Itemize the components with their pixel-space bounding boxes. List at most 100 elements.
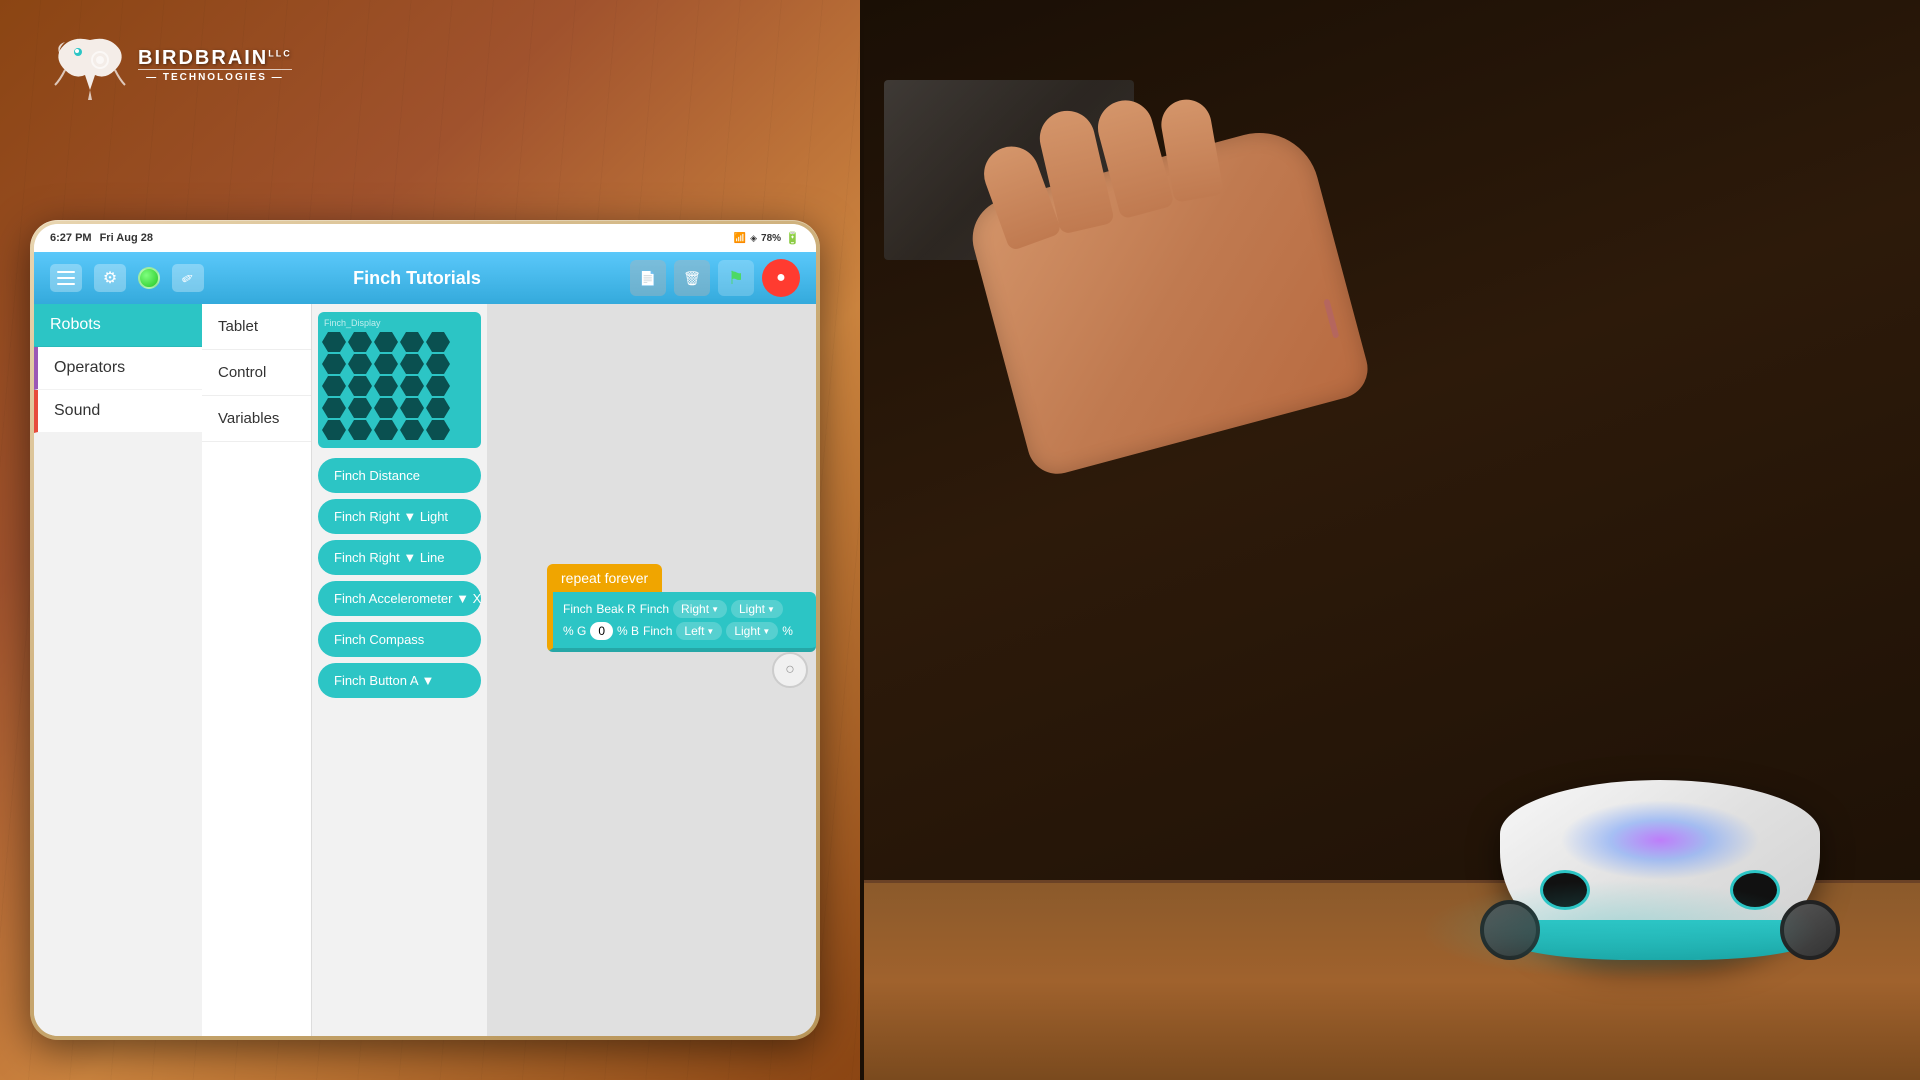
logo-text: BIRDBRAINLLC — TECHNOLOGIES — [138,47,292,83]
hex-row-1 [322,332,477,352]
connection-status-dot[interactable] [138,267,160,289]
pencil-icon: ✏ [179,268,198,289]
hand-area [914,80,1414,460]
hex-cell [374,398,398,418]
code-block-container: repeat forever Finch Beak R Finch Right … [547,564,816,652]
tablet-label: Tablet [218,318,258,335]
hex-cell [322,398,346,418]
status-time: 6:27 PM [50,232,92,244]
repeat-forever-block[interactable]: repeat forever [547,564,662,592]
edit-button[interactable]: ✏ [172,264,204,292]
hex-cell [374,354,398,374]
hex-cell [348,420,372,440]
robot-led-glow [1560,800,1760,880]
submenu-item-variables[interactable]: Variables [202,396,311,442]
ring-accent [1323,299,1339,339]
block-value-input[interactable]: 0 [590,622,613,640]
finch-display-label: Finch_Display [322,318,477,328]
block-right-dropdown[interactable]: Right ▼ [673,600,727,618]
nav-left-icons: ⚙ ✏ [50,264,204,292]
technologies-label: — TECHNOLOGIES — [146,72,284,83]
llc-label: LLC [268,48,292,58]
sound-label: Sound [54,402,100,419]
operators-label: Operators [54,359,125,376]
flag-icon: ⚑ [728,268,744,289]
finch-distance-button[interactable]: Finch Distance [318,458,481,493]
gear-button[interactable]: ⚙ [94,264,126,292]
hamburger-icon [54,268,78,288]
blocks-palette: Finch_Display [312,304,487,1036]
hex-cell [348,332,372,352]
submenu: Tablet Control Variables [202,304,312,1036]
stop-button[interactable]: ● [762,259,800,297]
hex-row-5 [322,420,477,440]
gear-icon: ⚙ [103,268,117,288]
hex-row-2 [322,354,477,374]
hex-cell [374,420,398,440]
birdbrain-label: BIRDBRAIN [138,47,268,69]
trash-icon: 🗑 [683,270,701,287]
hex-cell [322,420,346,440]
workspace-area: Finch_Display [312,304,816,1036]
inner-code-block[interactable]: Finch Beak R Finch Right ▼ Light ▼ % G 0… [547,592,816,652]
menu-button[interactable] [50,264,82,292]
hex-cell [322,376,346,396]
hex-row-3 [322,376,477,396]
run-button[interactable]: ⚑ [718,260,754,296]
logo-birdbrain-text: BIRDBRAINLLC [138,47,292,69]
hex-cell [348,354,372,374]
logo-technologies-text: — TECHNOLOGIES — [138,69,292,83]
battery-percent: 78% [761,233,781,244]
block-beak-r: Beak R [596,602,635,616]
home-button[interactable]: ○ [772,652,808,688]
control-label: Control [218,364,266,381]
hex-cell [400,332,424,352]
hex-cell [374,376,398,396]
finch-right-line-button[interactable]: Finch Right ▼ Line [318,540,481,575]
sidebar-item-operators[interactable]: Operators [34,347,202,390]
logo-container: BIRDBRAINLLC — TECHNOLOGIES — [50,30,292,100]
block-left-dropdown[interactable]: Left ▼ [676,622,722,640]
birdbrain-logo-bird-icon [50,30,130,100]
home-icon: ○ [785,661,795,679]
sidebar-item-robots[interactable]: Robots [34,304,202,347]
block-light-dropdown-2[interactable]: Light ▼ [726,622,778,640]
block-finch-3: Finch [643,624,672,638]
finch-accelerometer-button[interactable]: Finch Accelerometer ▼ X ▼ [318,581,481,616]
hex-cell [322,354,346,374]
status-bar: 6:27 PM Fri Aug 28 📶 ◈ 78% 🔋 [34,224,816,252]
finch-button-button[interactable]: Finch Button A ▼ [318,663,481,698]
tablet-screen: 6:27 PM Fri Aug 28 📶 ◈ 78% 🔋 [34,224,816,1036]
finch-compass-button[interactable]: Finch Compass [318,622,481,657]
stop-record-icon: ● [776,269,786,287]
finch-display-block[interactable]: Finch_Display [318,312,481,448]
workspace-canvas[interactable]: repeat forever Finch Beak R Finch Right … [487,304,816,1036]
sidebar-item-sound[interactable]: Sound [34,390,202,433]
hex-cell [322,332,346,352]
finch-right-light-button[interactable]: Finch Right ▼ Light [318,499,481,534]
document-icon: 📄 [639,270,656,287]
finch-button-label: Finch Button A ▼ [334,673,434,688]
left-panel: BIRDBRAINLLC — TECHNOLOGIES — 6:27 PM Fr… [0,0,860,1080]
status-icons: 📶 ◈ 78% 🔋 [734,231,800,245]
finch-distance-label: Finch Distance [334,468,420,483]
trash-button[interactable]: 🗑 [674,260,710,296]
variables-label: Variables [218,410,279,427]
submenu-item-tablet[interactable]: Tablet [202,304,311,350]
submenu-item-control[interactable]: Control [202,350,311,396]
hex-cell [348,376,372,396]
block-light-dropdown-1[interactable]: Light ▼ [731,600,783,618]
hex-cell [400,354,424,374]
repeat-label: repeat forever [561,570,648,586]
hex-cell [426,332,450,352]
nav-title: Finch Tutorials [204,268,630,289]
document-button[interactable]: 📄 [630,260,666,296]
category-sidebar: Robots Operators Sound [34,304,202,1036]
block-percent: % [782,624,793,638]
battery-icon: 🔋 [785,231,800,245]
hex-cell [426,376,450,396]
block-percent-g: % G [563,624,586,638]
block-finch-2: Finch [640,602,669,616]
hex-cell [374,332,398,352]
led-floor-glow [1420,880,1820,980]
